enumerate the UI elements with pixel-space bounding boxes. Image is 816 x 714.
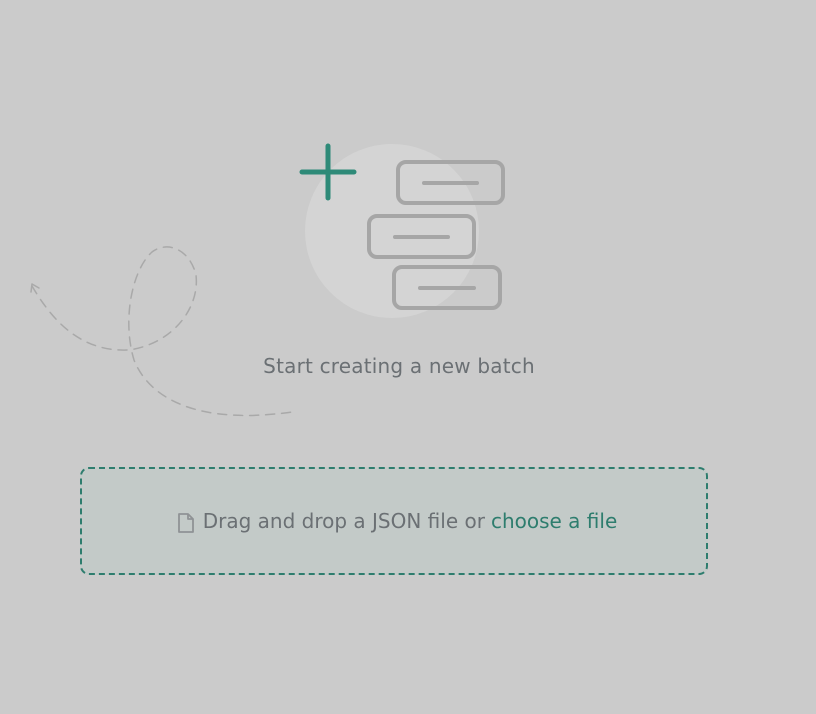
file-icon [175, 511, 197, 535]
empty-state-title: Start creating a new batch [263, 354, 535, 378]
dropzone-content: Drag and drop a JSON file or choose a fi… [175, 507, 617, 535]
dropzone-prompt: Drag and drop a JSON file or [202, 509, 485, 533]
choose-file-link[interactable]: choose a file [491, 509, 617, 533]
dashed-swirl-decoration [31, 246, 293, 417]
empty-state-page: Start creating a new batch Drag and drop… [0, 0, 816, 714]
json-dropzone[interactable]: Drag and drop a JSON file or choose a fi… [80, 467, 708, 575]
